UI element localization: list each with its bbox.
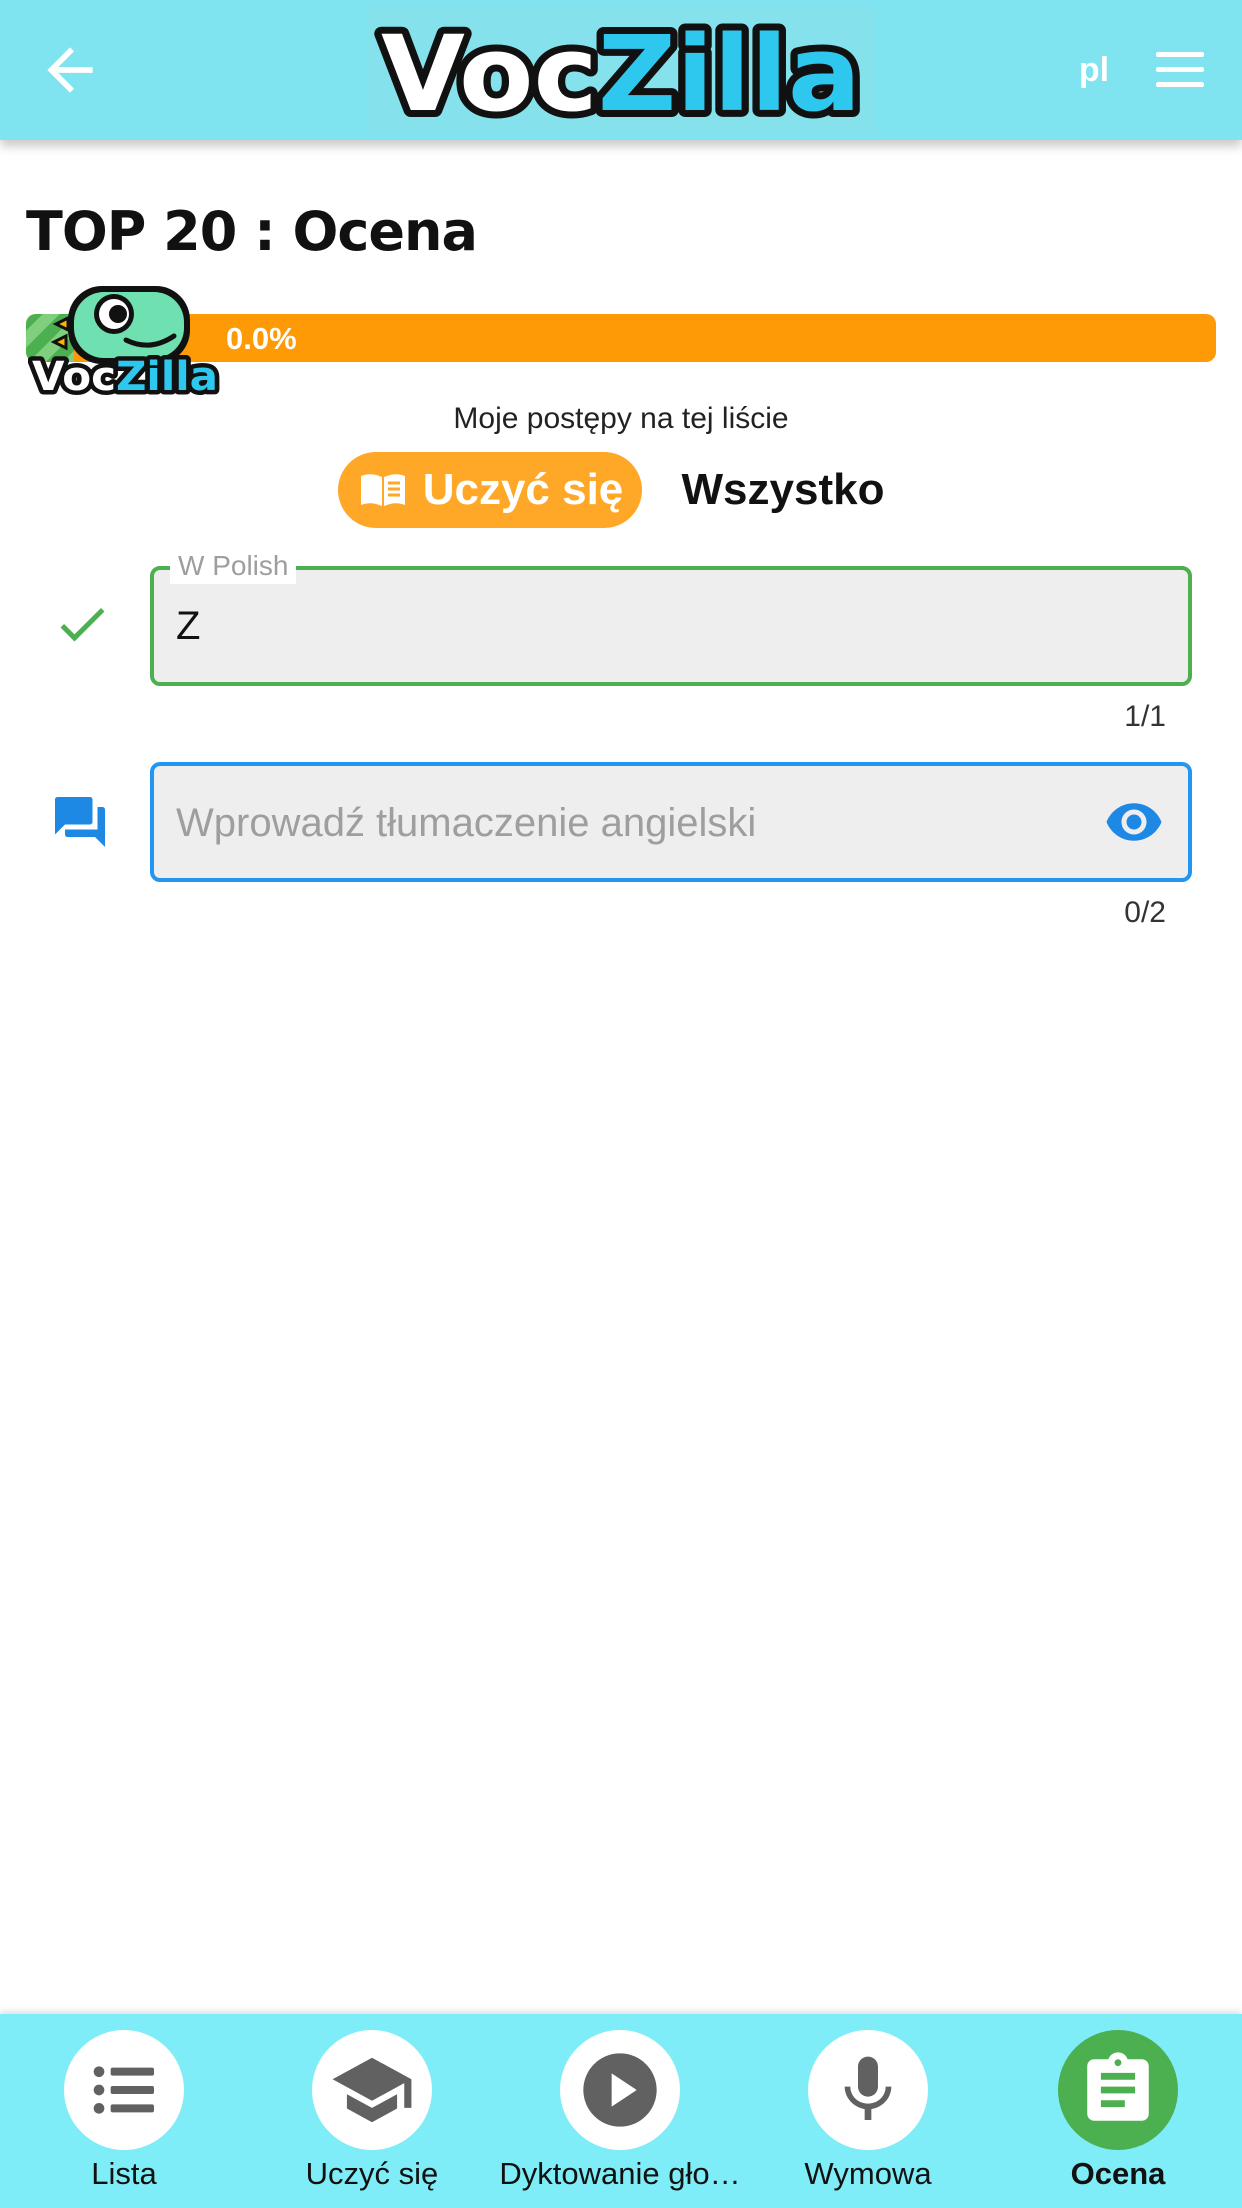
checkmark-icon xyxy=(60,607,105,642)
list-icon xyxy=(93,2066,154,2114)
bottom-navigation: Lista Uczyć się Dyktowanie gło… Wymowa O… xyxy=(0,2014,1242,2208)
source-word-field: W Polish Z xyxy=(150,548,1192,686)
reveal-answer-button[interactable] xyxy=(1104,792,1164,852)
dino-icon xyxy=(50,286,190,364)
nav-dictation[interactable]: Dyktowanie gło… xyxy=(496,2014,744,2208)
mascot-logo: Voc Zilla Voc Zilla xyxy=(28,278,224,405)
svg-text:VocZilla: VocZilla xyxy=(32,354,218,400)
mode-learn-label: Uczyć się xyxy=(422,465,624,514)
page-title: TOP 20 : Ocena xyxy=(26,200,478,263)
nav-rating[interactable]: Ocena xyxy=(994,2014,1242,2208)
play-icon xyxy=(583,2053,657,2127)
nav-pronunciation-label: Wymowa xyxy=(804,2156,932,2191)
progress-percent: 0.0% xyxy=(226,321,297,356)
eye-icon xyxy=(1106,803,1162,841)
nav-lista-label: Lista xyxy=(91,2156,157,2191)
progress-caption: Moje postępy na tej liście xyxy=(453,402,789,435)
nav-rating-label: Ocena xyxy=(1070,2156,1166,2191)
nav-dictation-label: Dyktowanie gło… xyxy=(499,2156,741,2191)
nav-lista[interactable]: Lista xyxy=(0,2014,248,2208)
mode-all-button[interactable]: Wszystko xyxy=(668,452,898,528)
nav-learn-label: Uczyć się xyxy=(305,2156,439,2191)
menu-button[interactable] xyxy=(1152,46,1208,94)
chat-bubbles-icon xyxy=(55,797,105,847)
open-book-icon xyxy=(360,474,405,506)
clipboard-icon xyxy=(1087,2052,1149,2121)
source-word-counter: 1/1 xyxy=(1124,700,1166,733)
microphone-icon xyxy=(844,2056,892,2120)
logo-text-voc: Voc xyxy=(381,13,598,130)
source-word-value: Z xyxy=(176,604,201,648)
app-bar: VocZilla VocZilla pl xyxy=(0,0,1242,140)
nav-pronunciation[interactable]: Wymowa xyxy=(744,2014,992,2208)
app-logo: VocZilla VocZilla xyxy=(367,6,875,134)
svg-text:VocZilla: VocZilla xyxy=(381,13,861,130)
language-selector[interactable]: pl xyxy=(1064,48,1124,92)
translation-field xyxy=(150,762,1192,882)
nav-learn[interactable]: Uczyć się xyxy=(248,2014,496,2208)
mode-learn-button[interactable]: Uczyć się xyxy=(338,452,642,528)
arrow-left-icon xyxy=(47,47,93,93)
translation-input[interactable] xyxy=(174,766,1058,880)
graduation-cap-icon xyxy=(332,2057,412,2123)
logo-text-zilla: Zilla xyxy=(598,13,861,130)
translation-counter: 0/2 xyxy=(1124,896,1166,929)
hamburger-menu-icon xyxy=(1156,52,1204,87)
back-button[interactable] xyxy=(36,36,104,104)
